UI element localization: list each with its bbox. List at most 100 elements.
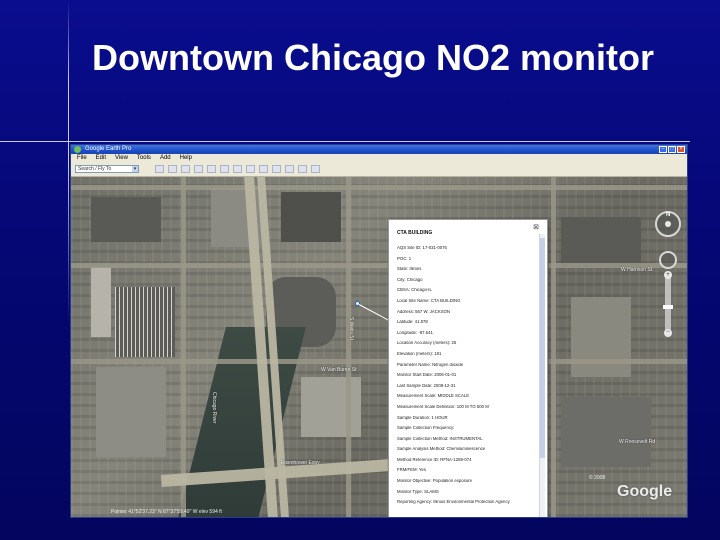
zoom-in-icon[interactable]: + [664, 271, 672, 279]
attribute-row: CBSA: Chicago-IL [397, 288, 432, 293]
street-label: S Wells St [348, 317, 354, 340]
street [181, 177, 186, 517]
path-button[interactable] [194, 165, 203, 173]
window-title: Google Earth Pro [85, 146, 132, 152]
google-maps-button[interactable] [311, 165, 320, 173]
attribute-row: AQS Site ID: 17-031-0076 [397, 246, 447, 250]
menu-edit[interactable]: Edit [96, 154, 106, 162]
building-block [571, 297, 631, 377]
chevron-down-icon[interactable]: ▾ [132, 166, 138, 172]
river-label: Chicago River [211, 392, 217, 424]
attribute-row: Measurement Scale: MIDDLE SCALE [397, 394, 470, 399]
print-button[interactable] [298, 165, 307, 173]
attribute-row: Reporting Agency: Illinois Environmental… [397, 500, 510, 505]
street [71, 359, 687, 364]
attribute-row: Location Accuracy (meters): 25 [397, 341, 457, 346]
attribute-row: Sample Analysis Method: Chemiluminescenc… [397, 447, 486, 452]
decorative-vertical-rule [68, 0, 69, 540]
attribute-row: Last Sample Date: 2008-12-31 [397, 383, 456, 388]
attribute-row: FRM/FEM: Yes [397, 468, 426, 473]
building-block [281, 192, 341, 242]
attribute-row: Parameter Name: Nitrogen dioxide [397, 362, 464, 367]
close-button[interactable]: × [677, 146, 685, 153]
compass-north-icon: N [666, 212, 671, 218]
email-button[interactable] [285, 165, 294, 173]
eye-icon [665, 221, 671, 227]
sun-button[interactable] [246, 165, 255, 173]
street [551, 177, 556, 517]
status-readout: Pointer 41°52'37.23" N 87°37'59.49" W el… [111, 509, 222, 515]
minimize-button[interactable]: – [659, 146, 667, 153]
attribute-row: Address: 567 W. JACKSON [397, 309, 451, 314]
building-block [96, 367, 166, 457]
window-titlebar[interactable]: Google Earth Pro – □ × [71, 145, 687, 154]
street-label: Eisenhower Expy [281, 460, 320, 466]
move-control[interactable] [659, 251, 677, 269]
street-label: W Harrison St [621, 267, 653, 273]
placemark-button[interactable] [168, 165, 177, 173]
overlay-button[interactable] [207, 165, 216, 173]
attribute-row: Sample Duration: 1 HOUR [397, 415, 448, 420]
building-block [91, 267, 111, 337]
attribute-row: Method Reference ID: RFNA-1289-074 [397, 457, 472, 462]
street [71, 263, 687, 268]
look-control[interactable]: N [655, 211, 681, 237]
attribute-row: Monitor Start Date: 2006-01-01 [397, 373, 457, 378]
attribute-row: Local Site Name: CTA BUILDING [397, 298, 461, 303]
menu-add[interactable]: Add [160, 154, 171, 162]
info-balloon[interactable]: ⊠ CTA BUILDING AQS Site ID: 17-031-0076 … [388, 219, 548, 517]
building-block [561, 397, 651, 467]
attribute-row: Elevation (meters): 181 [397, 351, 442, 356]
search-input[interactable]: Search / Fly To ▾ [75, 165, 139, 173]
menu-tools[interactable]: Tools [137, 154, 151, 162]
close-icon[interactable]: ⊠ [533, 224, 539, 231]
window-controls: – □ × [659, 146, 685, 153]
site-name: CTA BUILDING [397, 230, 433, 236]
menu-view[interactable]: View [115, 154, 128, 162]
google-earth-window[interactable]: Google Earth Pro – □ × File Edit View To… [70, 144, 688, 518]
balloon-leader-line [358, 304, 390, 321]
decorative-horizontal-rule [0, 141, 690, 142]
satellite-map-view[interactable]: S Wells St W Van Buren St Eisenhower Exp… [71, 177, 687, 517]
attribute-row: Latitude: 41.878 [397, 320, 428, 325]
attribute-row: City: Chicago [397, 277, 423, 282]
rail-yard [115, 287, 175, 357]
attribute-row: State: Illinois [397, 267, 422, 272]
sidebar-toggle-button[interactable] [155, 165, 164, 173]
copyright-notice: © 2008 [589, 475, 606, 481]
attribute-row: Longitude: -87.641 [397, 330, 433, 335]
building-block [301, 377, 361, 437]
balloon-scrollbar[interactable] [539, 234, 545, 517]
building-block [561, 217, 641, 267]
street [71, 185, 687, 190]
zoom-out-icon[interactable]: − [664, 329, 672, 337]
polygon-button[interactable] [181, 165, 190, 173]
attribute-row: Monitor Objective: Population exposure [397, 479, 472, 484]
street-label: W Roosevelt Rd [619, 439, 656, 445]
attribute-row: POC: 1 [397, 256, 412, 261]
attribute-row: Sample Collection Method: INSTRUMENTAL [397, 436, 483, 441]
historical-imagery-button[interactable] [233, 165, 242, 173]
attribute-row: Measurement Scale Definition: 100 M TO 5… [397, 404, 489, 409]
sky-button[interactable] [259, 165, 268, 173]
maximize-button[interactable]: □ [668, 146, 676, 153]
zoom-slider-thumb[interactable] [663, 305, 673, 309]
tour-button[interactable] [220, 165, 229, 173]
google-earth-app-icon [74, 146, 81, 153]
site-attributes: AQS Site ID: 17-031-0076 POC: 1 State: I… [397, 246, 537, 511]
google-logo: Google [617, 483, 673, 500]
menu-file[interactable]: File [77, 154, 87, 162]
search-input-value: Search / Fly To [78, 166, 112, 172]
menu-bar: File Edit View Tools Add Help [71, 154, 687, 162]
toolbar-buttons [155, 165, 320, 173]
slide-title: Downtown Chicago NO2 monitor [92, 37, 654, 78]
toolbar: Search / Fly To ▾ [71, 162, 687, 177]
zoom-slider[interactable]: + − [663, 271, 673, 337]
menu-help[interactable]: Help [180, 154, 192, 162]
building-block [91, 197, 161, 242]
scrollbar-thumb[interactable] [540, 238, 545, 458]
attribute-row: Sample Collection Frequency: [397, 426, 455, 431]
street-label: W Van Buren St [321, 367, 357, 373]
attribute-row: Monitor Type: SLAMS [397, 489, 439, 494]
ruler-button[interactable] [272, 165, 281, 173]
